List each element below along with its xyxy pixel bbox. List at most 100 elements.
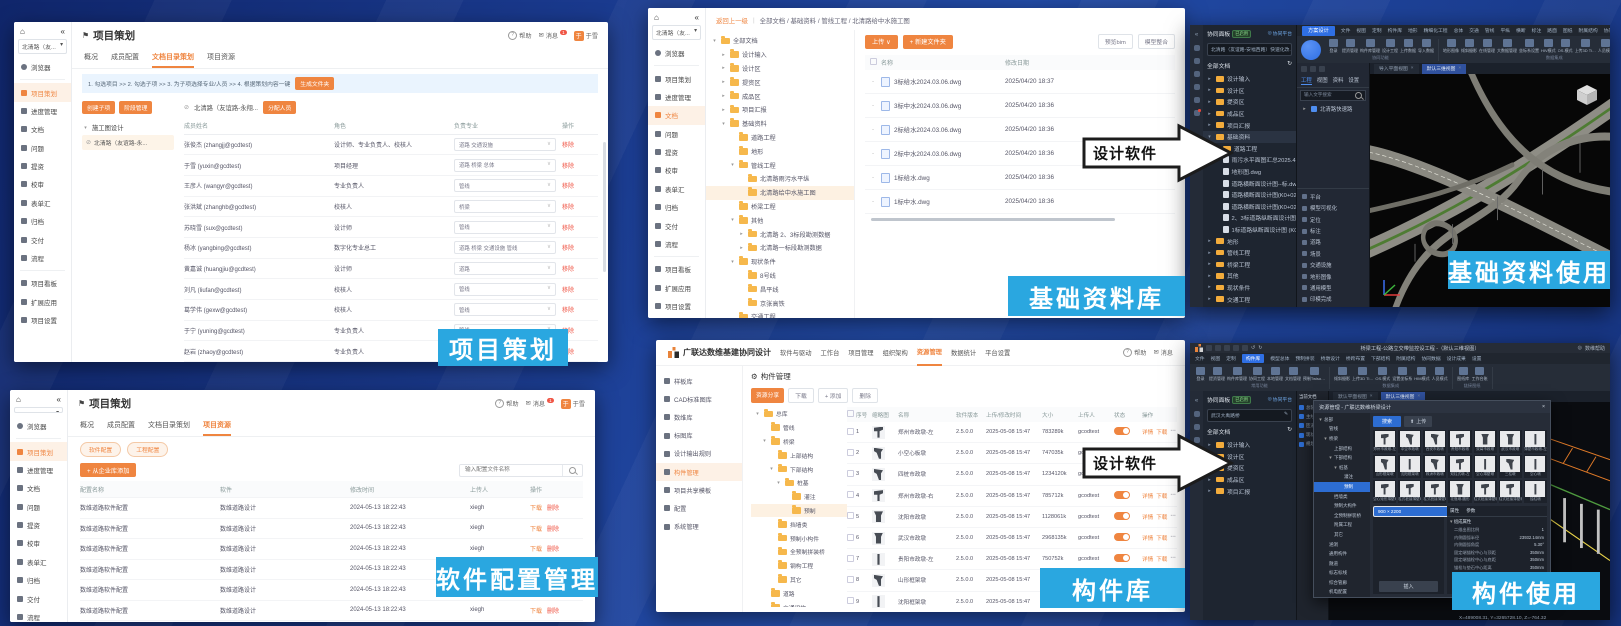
- insert-button[interactable]: 插入: [1379, 581, 1437, 592]
- collapse-icon[interactable]: «: [695, 13, 699, 22]
- component-card[interactable]: 西安市政墩: [1423, 430, 1446, 453]
- nav-item[interactable]: 软件与驱动: [780, 340, 811, 365]
- component-tree-node[interactable]: 交通设施: [751, 600, 847, 607]
- component-card[interactable]: 独柱墩: [1524, 480, 1547, 503]
- component-card[interactable]: 柱式桩接薄壁墩1: [1423, 480, 1446, 503]
- status-toggle[interactable]: [1114, 533, 1130, 541]
- category-item[interactable]: 地形图像: [1297, 271, 1369, 282]
- ribbon-tab[interactable]: 文件: [1341, 27, 1351, 34]
- folder-tree-node[interactable]: ▸ 设计区: [706, 62, 854, 76]
- alert-icon[interactable]: [1194, 110, 1200, 116]
- ribbon-button[interactable]: 上传3D Ti…: [1352, 367, 1373, 382]
- tab[interactable]: 文档目录策划: [148, 417, 190, 436]
- sidebar-item[interactable]: 问题: [648, 125, 705, 143]
- platform-link[interactable]: ◎协同平台: [1268, 30, 1292, 37]
- back-link[interactable]: 返回上一级: [716, 16, 748, 25]
- row-checkbox[interactable]: [847, 597, 854, 604]
- tab[interactable]: 成员配置: [107, 417, 135, 436]
- app-button[interactable]: [1301, 40, 1321, 60]
- doc-tree-node[interactable]: 道路横断面设计图(K0+020-K2+7...: [1203, 189, 1296, 201]
- category-item[interactable]: 道路: [1297, 237, 1369, 248]
- checkbox[interactable]: [1299, 442, 1304, 447]
- dialog-tree-node[interactable]: 预制: [1314, 482, 1370, 492]
- category-item[interactable]: 平台: [1297, 191, 1369, 202]
- scrollbar[interactable]: [603, 142, 606, 272]
- home-icon[interactable]: ⌂: [16, 395, 21, 404]
- major-select[interactable]: 道路 桥梁 交通设施 管线∨: [454, 241, 556, 254]
- doc-tree-node[interactable]: ▸ 设计输入: [1203, 73, 1296, 85]
- select-all-checkbox[interactable]: [870, 58, 877, 65]
- row-checkbox[interactable]: [847, 428, 854, 435]
- component-card[interactable]: 山形框架墩: [1373, 455, 1396, 478]
- project-name-input[interactable]: 武汉大禹路桥✎: [1207, 409, 1292, 422]
- major-select[interactable]: 道路∨: [454, 262, 556, 275]
- question-icon[interactable]: [1194, 71, 1200, 77]
- preview-bim-button[interactable]: 预览bim: [1098, 34, 1133, 49]
- sidebar-item-browser[interactable]: 浏览器: [648, 44, 705, 62]
- panel-tab[interactable]: 设置: [1348, 76, 1359, 85]
- sidebar-item[interactable]: 校审: [14, 175, 71, 193]
- sidebar-item-browser[interactable]: 浏览器: [10, 417, 67, 435]
- doc-tree-node[interactable]: ▸ 交通工程: [1203, 293, 1296, 305]
- remove-link[interactable]: 移除: [562, 184, 574, 190]
- component-tree-node[interactable]: 预制: [751, 504, 847, 518]
- refresh-icon[interactable]: ↻: [1287, 427, 1292, 436]
- model-tree-root[interactable]: ▸北清路快速路: [1297, 103, 1369, 115]
- ribbon-tab[interactable]: 构件库: [1388, 27, 1402, 34]
- add-from-library-button[interactable]: + 从企业库添加: [80, 463, 136, 477]
- row-checkbox[interactable]: [847, 576, 854, 583]
- download-link[interactable]: 下载: [530, 606, 542, 615]
- panel-tab[interactable]: 工程: [1301, 76, 1312, 85]
- ribbon-tab[interactable]: 模型总体: [1270, 355, 1289, 362]
- folder-tree-node[interactable]: ▾ 基础资料: [706, 117, 854, 131]
- view-tab[interactable]: 导入平面视图×: [1374, 64, 1419, 74]
- component-tree-node[interactable]: 钢构工程: [751, 559, 847, 573]
- category-item[interactable]: 定位: [1297, 214, 1369, 225]
- ribbon-button[interactable]: HIM模式: [1414, 367, 1429, 382]
- model-search-input[interactable]: 输入文字搜索: [1300, 90, 1366, 101]
- component-tree-node[interactable]: 道路: [751, 586, 847, 600]
- dialog-tree-node[interactable]: 附属工程: [1314, 521, 1370, 531]
- resource-sidebar-item[interactable]: 数维库: [656, 408, 742, 426]
- major-select[interactable]: 管线∨: [454, 303, 556, 316]
- sidebar-item[interactable]: 归档: [648, 198, 705, 216]
- ribbon-tab-active[interactable]: 方案设计: [1302, 26, 1335, 36]
- category-item[interactable]: 场景: [1297, 248, 1369, 259]
- ribbon-button[interactable]: 坐标系设置: [1519, 39, 1539, 54]
- dialog-tree-node[interactable]: 涵洞: [1314, 540, 1370, 550]
- component-tree-node[interactable]: 管线: [751, 421, 847, 435]
- component-card[interactable]: 花瓶墩-圆形: [1448, 480, 1471, 503]
- folder-tree-node[interactable]: 地形: [706, 144, 854, 158]
- collapse-icon[interactable]: «: [1195, 398, 1198, 404]
- more-icon[interactable]: ⋯: [1170, 555, 1176, 563]
- ribbon-tab[interactable]: 桥跨布置: [1346, 355, 1365, 362]
- component-tree-node[interactable]: 预制小构件: [751, 531, 847, 545]
- sub-tab[interactable]: 工程配置: [127, 442, 168, 457]
- sidebar-item[interactable]: 扩展应用: [648, 279, 705, 297]
- download-link[interactable]: 下载: [530, 524, 542, 533]
- doc-tree-node[interactable]: ▸ 提资区: [1203, 96, 1296, 108]
- doc-tree-node[interactable]: 2、3标道路纵断面设计图(K2+740-K8...: [1203, 212, 1296, 224]
- ribbon-tab[interactable]: 定制: [1372, 27, 1382, 34]
- toolbar-button[interactable]: [1215, 345, 1221, 351]
- doc-tree-node[interactable]: 1标道路纵断面设计图 (K0+000-K2+7...: [1203, 224, 1296, 236]
- component-tree-node[interactable]: ▾ 总库: [751, 407, 847, 421]
- component-card[interactable]: 薄壁市政墩-左: [1524, 430, 1547, 453]
- message-link[interactable]: ✉消息1: [526, 399, 554, 408]
- ribbon-tab[interactable]: 协同: [1604, 27, 1610, 34]
- ribbon-tab[interactable]: 桥墩设计: [1321, 355, 1340, 362]
- stage-manage-button[interactable]: 阶段管理: [119, 101, 152, 114]
- tab[interactable]: 概况: [84, 49, 98, 68]
- doc-tree-node[interactable]: 道路横断面设计图(K0+020-K0+4...: [1203, 201, 1296, 213]
- dialog-tree-node[interactable]: ▾ 桩基: [1314, 463, 1370, 473]
- sidebar-item[interactable]: 项目看板: [14, 274, 71, 292]
- component-card[interactable]: 武汉市政墩: [1499, 430, 1522, 453]
- resource-sidebar-item[interactable]: 标图库: [656, 427, 742, 445]
- folder-tree-node[interactable]: ▾ 现状条件: [706, 255, 854, 269]
- upload-button[interactable]: 上传 ∨: [865, 35, 898, 49]
- delete-link[interactable]: 删除: [547, 544, 559, 553]
- component-card[interactable]: 三柱墩: [1499, 455, 1522, 478]
- close-icon[interactable]: ×: [1417, 394, 1420, 399]
- category-item[interactable]: 印模完成: [1297, 294, 1369, 305]
- toolbar-button[interactable]: [1233, 345, 1239, 351]
